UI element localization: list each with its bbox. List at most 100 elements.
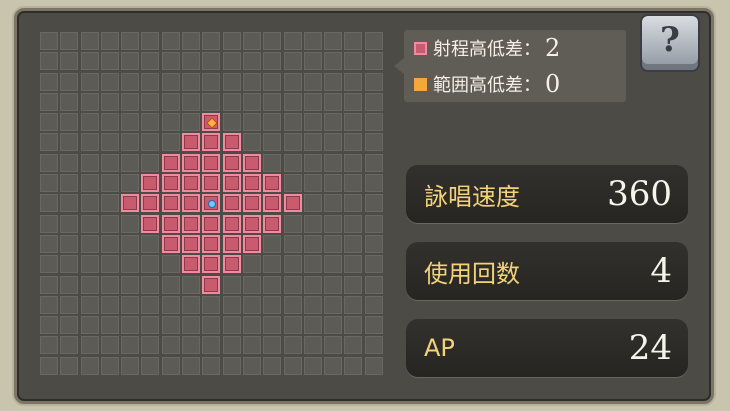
grid-cell — [161, 255, 180, 274]
range-cell — [141, 194, 160, 213]
grid-cell — [222, 52, 241, 71]
area-height-label: 範囲高低差： — [433, 75, 541, 96]
grid-cell — [80, 275, 99, 294]
range-cell — [242, 194, 261, 213]
grid-cell — [100, 214, 119, 233]
grid-cell — [263, 133, 282, 152]
grid-cell — [121, 275, 140, 294]
grid-cell — [303, 356, 322, 375]
grid-cell — [242, 336, 261, 355]
grid-cell — [263, 336, 282, 355]
grid-cell — [60, 153, 79, 172]
range-cell — [222, 133, 241, 152]
grid-cell — [344, 356, 363, 375]
grid-cell — [100, 92, 119, 111]
grid-cell — [100, 72, 119, 91]
range-swatch — [414, 41, 427, 55]
grid-cell — [141, 153, 160, 172]
grid-cell — [141, 316, 160, 335]
grid-cell — [182, 113, 201, 132]
grid-cell — [283, 113, 302, 132]
grid-cell — [60, 194, 79, 213]
grid-cell — [202, 295, 221, 314]
grid-cell — [60, 92, 79, 111]
grid-cell — [344, 174, 363, 193]
grid-cell — [344, 153, 363, 172]
grid-cell — [202, 336, 221, 355]
grid-cell — [100, 356, 119, 375]
grid-cell — [303, 32, 322, 50]
grid-cell — [202, 316, 221, 335]
grid-cell — [80, 174, 99, 193]
grid-cell — [202, 72, 221, 91]
grid-cell — [80, 153, 99, 172]
grid-cell — [303, 72, 322, 91]
grid-cell — [344, 316, 363, 335]
grid-cell — [80, 214, 99, 233]
range-cell — [161, 194, 180, 213]
question-mark-icon: ? — [660, 20, 680, 60]
grid-cell — [141, 234, 160, 253]
grid-cell — [202, 52, 221, 71]
grid-cell — [60, 316, 79, 335]
help-button[interactable]: ? — [640, 14, 700, 72]
grid-cell — [100, 133, 119, 152]
grid-cell — [263, 295, 282, 314]
cast-speed-stat: 詠唱速度 360 — [406, 165, 688, 223]
grid-cell — [344, 133, 363, 152]
grid-cell — [182, 52, 201, 71]
range-height-value: 2 — [545, 34, 561, 62]
grid-cell — [161, 113, 180, 132]
grid-cell — [141, 336, 160, 355]
grid-cell — [364, 336, 383, 355]
grid-cell — [161, 336, 180, 355]
grid-cell — [100, 316, 119, 335]
grid-cell — [60, 275, 79, 294]
grid-cell — [364, 356, 383, 375]
grid-cell — [182, 92, 201, 111]
grid-cell — [100, 113, 119, 132]
grid-cell — [263, 255, 282, 274]
grid-cell — [121, 153, 140, 172]
range-cell — [202, 153, 221, 172]
grid-cell — [242, 133, 261, 152]
use-count-stat: 使用回数 4 — [406, 242, 688, 300]
grid-cell — [242, 356, 261, 375]
grid-cell — [283, 316, 302, 335]
grid-cell — [303, 316, 322, 335]
grid-cell — [60, 113, 79, 132]
grid-cell — [100, 153, 119, 172]
grid-cell — [303, 52, 322, 71]
use-count-label: 使用回数 — [424, 259, 520, 288]
grid-cell — [222, 295, 241, 314]
grid-cell — [80, 32, 99, 50]
grid-cell — [121, 52, 140, 71]
grid-cell — [344, 194, 363, 213]
range-cell — [202, 275, 221, 294]
grid-cell — [80, 295, 99, 314]
grid-cell — [40, 316, 58, 335]
grid-cell — [60, 174, 79, 193]
grid-cell — [141, 92, 160, 111]
range-cell — [263, 214, 282, 233]
grid-cell — [100, 275, 119, 294]
grid-cell — [324, 214, 343, 233]
grid-cell — [283, 174, 302, 193]
grid-cell — [141, 52, 160, 71]
grid-cell — [283, 214, 302, 233]
grid-cell — [242, 72, 261, 91]
range-cell — [161, 234, 180, 253]
grid-cell — [161, 316, 180, 335]
grid-cell — [182, 72, 201, 91]
grid-cell — [263, 32, 282, 50]
grid-cell — [364, 72, 383, 91]
grid-cell — [324, 72, 343, 91]
grid-cell — [263, 275, 282, 294]
grid-cell — [242, 52, 261, 71]
grid-cell — [40, 113, 58, 132]
grid-cell — [324, 133, 343, 152]
grid-cell — [80, 92, 99, 111]
grid-cell — [60, 214, 79, 233]
grid-cell — [364, 92, 383, 111]
grid-cell — [222, 113, 241, 132]
